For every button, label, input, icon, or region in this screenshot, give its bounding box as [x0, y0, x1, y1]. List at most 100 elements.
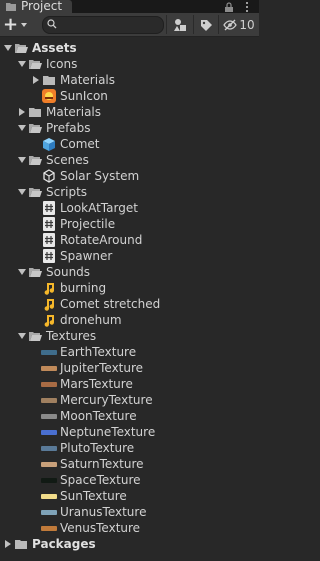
tree-row-solar-system[interactable]: Solar System — [0, 168, 259, 184]
tab-title: Project — [21, 0, 63, 13]
project-tab[interactable]: Project — [0, 0, 72, 13]
tree-label: burning — [60, 281, 107, 295]
chevron-right-icon[interactable] — [32, 76, 40, 84]
hidden-packages-toggle[interactable]: 10 — [218, 15, 259, 34]
tree-row-texture[interactable]: SpaceTexture — [0, 472, 259, 488]
tree-row-texture[interactable]: NeptuneTexture — [0, 424, 259, 440]
tree-label: Materials — [60, 73, 116, 87]
tree-row-texture[interactable]: EarthTexture — [0, 344, 259, 360]
shapes-icon — [174, 18, 186, 31]
open-folder-icon — [29, 124, 42, 133]
tree-row-materials[interactable]: Materials — [0, 104, 259, 120]
tree-label: MarsTexture — [60, 377, 133, 391]
unity-scene-icon — [43, 169, 55, 183]
tag-icon — [201, 19, 212, 31]
create-button[interactable]: + — [3, 13, 31, 35]
chevron-down-icon — [21, 22, 28, 27]
tree-row-sound[interactable]: burning — [0, 280, 259, 296]
kebab-menu-icon[interactable] — [241, 1, 253, 13]
tree-label: SpaceTexture — [60, 473, 141, 487]
tree-row-texture[interactable]: VenusTexture — [0, 520, 259, 536]
tree-label: UranusTexture — [60, 505, 147, 519]
tree-row-texture[interactable]: UranusTexture — [0, 504, 259, 520]
tree-row-script[interactable]: LookAtTarget — [0, 200, 259, 216]
open-folder-icon — [15, 44, 28, 53]
chevron-down-icon[interactable] — [18, 60, 26, 68]
tree-row-texture[interactable]: MarsTexture — [0, 376, 259, 392]
tree-row-prefabs[interactable]: Prefabs — [0, 120, 259, 136]
tree-row-packages[interactable]: Packages — [0, 536, 259, 552]
tree-row-sunicon[interactable]: SunIcon — [0, 88, 259, 104]
audio-note-icon — [44, 315, 54, 327]
tree-row-scripts[interactable]: Scripts — [0, 184, 259, 200]
texture-thumbnail-icon — [41, 462, 57, 467]
tree-label: SunIcon — [60, 89, 108, 103]
filter-by-label-button[interactable] — [193, 15, 218, 34]
open-folder-icon — [29, 60, 42, 69]
tree-label: Comet — [60, 137, 100, 151]
chevron-down-icon[interactable] — [4, 44, 12, 52]
texture-thumbnail-icon — [41, 350, 57, 355]
sun-icon — [42, 89, 56, 103]
chevron-down-icon[interactable] — [18, 268, 26, 276]
chevron-right-icon[interactable] — [18, 108, 26, 116]
tree-label: Scripts — [46, 185, 88, 199]
texture-thumbnail-icon — [41, 526, 57, 531]
chevron-down-icon[interactable] — [18, 156, 26, 164]
tree-label: SaturnTexture — [60, 457, 144, 471]
tree-label: Scenes — [46, 153, 89, 167]
chevron-down-icon[interactable] — [18, 332, 26, 340]
tree-row-script[interactable]: RotateAround — [0, 232, 259, 248]
search-input[interactable] — [42, 16, 164, 34]
chevron-down-icon[interactable] — [18, 124, 26, 132]
tree-row-script[interactable]: Spawner — [0, 248, 259, 264]
filter-by-type-button[interactable] — [166, 15, 193, 34]
tree-row-comet[interactable]: Comet — [0, 136, 259, 152]
tree-row-texture[interactable]: PlutoTexture — [0, 440, 259, 456]
tree-label: LookAtTarget — [60, 201, 138, 215]
texture-thumbnail-icon — [41, 398, 57, 403]
csharp-script-icon — [43, 249, 55, 263]
texture-thumbnail-icon — [41, 478, 57, 483]
lock-icon[interactable] — [223, 1, 235, 13]
texture-thumbnail-icon — [41, 446, 57, 451]
tree-label: Comet stretched — [60, 297, 161, 311]
tree-label: MoonTexture — [60, 409, 137, 423]
audio-note-icon — [44, 299, 54, 311]
tree-label: SunTexture — [60, 489, 127, 503]
open-folder-icon — [29, 156, 42, 165]
hidden-count: 10 — [239, 17, 255, 32]
tree-label: Materials — [46, 105, 102, 119]
audio-note-icon — [44, 283, 54, 295]
tree-row-assets[interactable]: Assets — [0, 40, 259, 56]
tree-row-texture[interactable]: JupiterTexture — [0, 360, 259, 376]
tree-label: Textures — [46, 329, 97, 343]
tree-row-sound[interactable]: dronehum — [0, 312, 259, 328]
texture-thumbnail-icon — [41, 510, 57, 515]
tree-label: dronehum — [60, 313, 122, 327]
tree-row-script[interactable]: Projectile — [0, 216, 259, 232]
chevron-right-icon[interactable] — [4, 540, 12, 548]
tree-row-texture[interactable]: MercuryTexture — [0, 392, 259, 408]
tree-label: EarthTexture — [60, 345, 137, 359]
tree-row-texture[interactable]: MoonTexture — [0, 408, 259, 424]
texture-thumbnail-icon — [41, 430, 57, 435]
eye-slash-icon — [223, 19, 238, 30]
tree-row-texture[interactable]: SaturnTexture — [0, 456, 259, 472]
folder-icon — [15, 540, 27, 549]
tree-row-textures[interactable]: Textures — [0, 328, 259, 344]
search-icon — [47, 19, 57, 29]
tree-label: Projectile — [60, 217, 116, 231]
tree-row-sound[interactable]: Comet stretched — [0, 296, 259, 312]
tree-label: MercuryTexture — [60, 393, 153, 407]
chevron-down-icon[interactable] — [18, 188, 26, 196]
tree-label: Icons — [46, 57, 78, 71]
tree-row-sounds[interactable]: Sounds — [0, 264, 259, 280]
tree-label: RotateAround — [60, 233, 143, 247]
tree-row-icons[interactable]: Icons — [0, 56, 259, 72]
plus-label: + — [3, 13, 19, 35]
tree-row-icons-materials[interactable]: Materials — [0, 72, 259, 88]
tree-row-texture[interactable]: SunTexture — [0, 488, 259, 504]
csharp-script-icon — [43, 201, 55, 215]
tree-row-scenes[interactable]: Scenes — [0, 152, 259, 168]
